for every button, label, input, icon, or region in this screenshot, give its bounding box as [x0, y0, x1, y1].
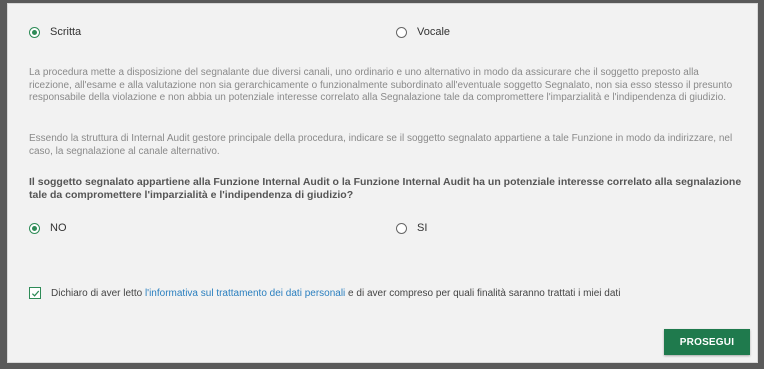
channel-option-written-label: Scritta [50, 26, 82, 38]
question-option-si[interactable]: SI [396, 222, 427, 234]
question-option-no[interactable]: NO [29, 222, 67, 234]
checkmark-icon [31, 290, 40, 297]
channel-option-voice-label: Vocale [417, 26, 451, 38]
privacy-consent: Dichiaro di aver letto l'informativa sul… [29, 287, 620, 299]
internal-audit-description: Essendo la struttura di Internal Audit g… [29, 133, 733, 157]
channel-radio-group: Scritta Vocale [8, 26, 757, 48]
radio-unchecked-icon[interactable] [396, 222, 407, 234]
channel-option-written[interactable]: Scritta [29, 26, 81, 38]
consent-prefix: Dichiaro di aver letto [51, 287, 145, 299]
proceed-button[interactable]: PROSEGUI [664, 329, 750, 355]
question-option-si-label: SI [417, 222, 428, 234]
consent-suffix: e di aver compreso per quali finalità sa… [345, 287, 621, 299]
privacy-policy-link[interactable]: l'informativa sul trattamento dei dati p… [145, 288, 345, 299]
consent-checkbox[interactable] [29, 287, 41, 299]
consent-text: Dichiaro di aver letto l'informativa sul… [51, 288, 620, 299]
channel-option-voice[interactable]: Vocale [396, 26, 450, 38]
radio-checked-icon[interactable] [29, 26, 40, 38]
radio-unchecked-icon[interactable] [396, 26, 407, 38]
question-radio-group: NO SI [8, 222, 757, 244]
internal-audit-question: Il soggetto segnalato appartiene alla Fu… [29, 176, 742, 201]
radio-checked-icon[interactable] [29, 222, 40, 234]
question-option-no-label: NO [50, 222, 67, 234]
procedure-description: La procedura mette a disposizione del se… [29, 67, 733, 103]
form-panel: Scritta Vocale La procedura mette a disp… [7, 3, 758, 363]
